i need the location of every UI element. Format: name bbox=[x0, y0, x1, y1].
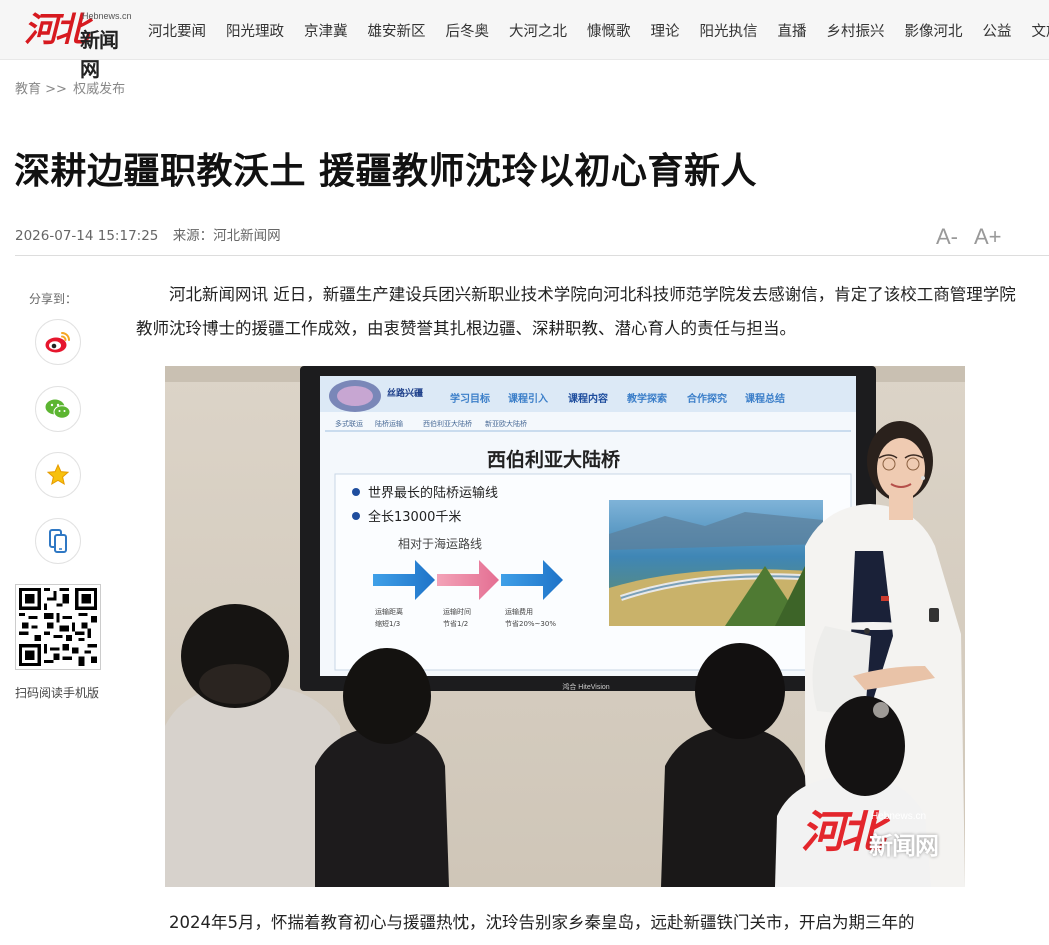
nav-item-xiongan[interactable]: 雄安新区 bbox=[358, 20, 436, 41]
breadcrumb: 教育 >> 权威发布 bbox=[15, 78, 125, 97]
nav-item-charity[interactable]: 公益 bbox=[973, 20, 1022, 41]
tv-brand: 鸿合 HiteVision bbox=[562, 682, 609, 691]
slide-tab-4: 教学探索 bbox=[626, 392, 667, 405]
slide-bullet-2: 全长13000千米 bbox=[368, 509, 461, 525]
article-paragraph-1: 河北新闻网讯 近日，新疆生产建设兵团兴新职业技术学院向河北科技师范学院发去感谢信… bbox=[136, 285, 1016, 338]
star-icon bbox=[46, 463, 70, 486]
nav-item-live[interactable]: 直播 bbox=[768, 20, 817, 41]
share-wechat-button[interactable] bbox=[35, 386, 81, 432]
photo-watermark: 河北 Hebnews.cn 新闻网 bbox=[801, 809, 941, 865]
weibo-icon bbox=[45, 332, 70, 353]
article-photo: 鸿合 HiteVision 丝路兴疆 学习目标 课程引入 课程内容 教学探索 合… bbox=[165, 366, 965, 887]
meta-divider bbox=[15, 255, 1049, 256]
nav-item-hebei-news[interactable]: 河北要闻 bbox=[138, 20, 216, 41]
top-nav-bar: 河北 Hebnews.cn 新闻网 河北要闻 阳光理政 京津冀 雄安新区 后冬奥… bbox=[0, 0, 1049, 81]
slide-arrow-value-2: 节省1/2 bbox=[443, 619, 468, 628]
slide-heading: 西伯利亚大陆桥 bbox=[487, 448, 621, 471]
nav-item-photo[interactable]: 影像河北 bbox=[895, 20, 973, 41]
watermark-site: Hebnews.cn bbox=[871, 811, 927, 822]
article-datetime: 2026-07-14 15:17:25 bbox=[15, 228, 159, 244]
slide-compare: 相对于海运路线 bbox=[398, 536, 482, 551]
slide-subtab-4: 新亚欧大陆桥 bbox=[485, 419, 527, 428]
slide-tab-5: 合作探究 bbox=[686, 392, 727, 405]
article-meta: 2026-07-14 15:17:25 来源：河北新闻网 bbox=[15, 224, 281, 244]
nav-item-sunshine-politics[interactable]: 阳光理政 bbox=[216, 20, 294, 41]
article-source: 来源：河北新闻网 bbox=[172, 228, 281, 244]
breadcrumb-sub[interactable]: 权威发布 bbox=[73, 82, 125, 97]
nav-item-dahe[interactable]: 大河之北 bbox=[499, 20, 577, 41]
slide-arrow-value-1: 缩短1/3 bbox=[375, 619, 400, 628]
slide-tab-3: 课程内容 bbox=[568, 392, 608, 405]
site-logo[interactable]: 河北 Hebnews.cn 新闻网 bbox=[24, 10, 132, 81]
slide-bullet-1: 世界最长的陆桥运输线 bbox=[368, 485, 498, 501]
qr-label: 扫码阅读手机版 bbox=[15, 686, 100, 700]
slide-subtab-3: 西伯利亚大陆桥 bbox=[423, 419, 472, 428]
nav-item-sunshine-letters[interactable]: 阳光执信 bbox=[690, 20, 768, 41]
slide-tab-2: 课程引入 bbox=[508, 392, 548, 405]
article-paragraph-2: 2024年5月，怀揣着教育初心与援疆热忱，沈玲告别家乡秦皇岛，远赴新疆铁门关市，… bbox=[169, 913, 915, 932]
nav-item-post-olympics[interactable]: 后冬奥 bbox=[436, 20, 500, 41]
watermark-name: 新闻网 bbox=[869, 832, 939, 860]
nav-item-culture-tourism[interactable]: 文旅 bbox=[1022, 20, 1049, 41]
qr-code bbox=[15, 584, 101, 670]
logo-site: Hebnews.cn bbox=[82, 11, 132, 21]
slide-tab-1: 学习目标 bbox=[450, 392, 490, 405]
slide-subtab-2: 陆桥运输 bbox=[375, 419, 403, 428]
share-mobile-button[interactable] bbox=[35, 518, 81, 564]
breadcrumb-section[interactable]: 教育 bbox=[15, 82, 41, 97]
nav-item-jingjinji[interactable]: 京津冀 bbox=[294, 20, 358, 41]
share-weibo-button[interactable] bbox=[35, 319, 81, 365]
nav-item-kangkai[interactable]: 慷慨歌 bbox=[577, 20, 641, 41]
nav-item-theory[interactable]: 理论 bbox=[641, 20, 690, 41]
slide-arrow-value-3: 节省20%~30% bbox=[505, 619, 556, 628]
slide-arrow-label-3: 运输费用 bbox=[505, 607, 533, 616]
mobile-icon bbox=[49, 529, 67, 553]
slide-logo-text: 丝路兴疆 bbox=[387, 387, 423, 399]
slide-subtab-1: 多式联运 bbox=[335, 419, 363, 428]
logo-name: 新闻网 bbox=[80, 28, 119, 81]
logo-mark: 河北 bbox=[24, 10, 89, 50]
slide-tab-6: 课程总结 bbox=[745, 392, 785, 405]
wechat-icon bbox=[45, 399, 71, 419]
qr-code-image bbox=[19, 588, 97, 666]
slide-arrow-label-2: 运输时间 bbox=[443, 607, 471, 616]
font-decrease-button[interactable]: A- bbox=[936, 224, 958, 250]
font-increase-button[interactable]: A+ bbox=[974, 224, 1002, 250]
nav-item-rural[interactable]: 乡村振兴 bbox=[817, 20, 895, 41]
breadcrumb-sep: >> bbox=[45, 82, 67, 97]
share-favorite-button[interactable] bbox=[35, 452, 81, 498]
article-title: 深耕边疆职教沃土 援疆教师沈玲以初心育新人 bbox=[14, 151, 758, 192]
share-label: 分享到： bbox=[29, 292, 78, 306]
slide-arrow-label-1: 运输距离 bbox=[375, 607, 403, 616]
main-nav: 河北要闻 阳光理政 京津冀 雄安新区 后冬奥 大河之北 慷慨歌 理论 阳光执信 … bbox=[138, 0, 1049, 60]
